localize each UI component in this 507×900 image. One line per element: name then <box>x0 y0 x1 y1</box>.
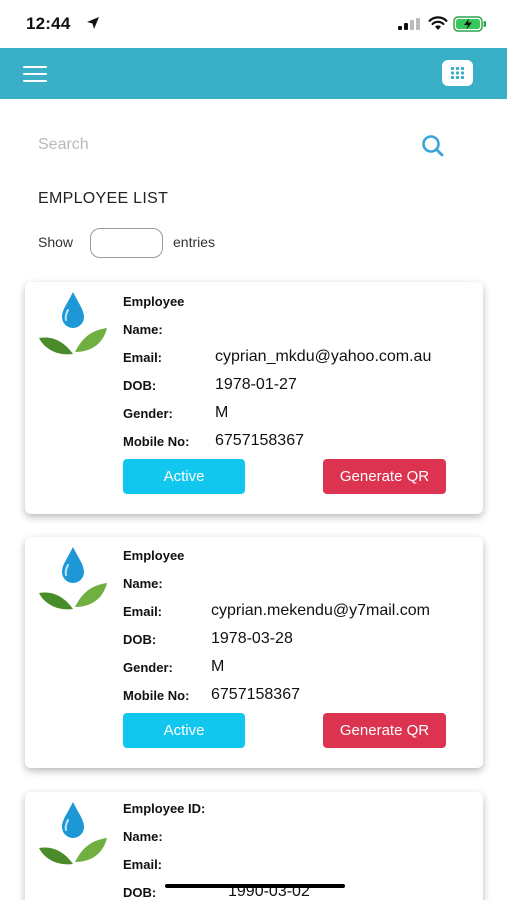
entries-input[interactable] <box>90 228 163 258</box>
dob-label: DOB: <box>123 378 157 393</box>
gender-label: Gender: <box>123 660 173 675</box>
wifi-icon <box>428 16 448 30</box>
card-header-label: Employee <box>123 294 185 309</box>
cellular-signal-icon <box>398 18 420 30</box>
employee-card: Employee Name: Email: cyprian_mkdu@yahoo… <box>25 282 483 514</box>
search-icon[interactable] <box>420 133 446 159</box>
show-label: Show <box>38 234 74 250</box>
search-input[interactable] <box>38 132 398 158</box>
dob-label: DOB: <box>123 632 157 647</box>
gender-value: M <box>215 404 229 421</box>
hamburger-menu-icon[interactable] <box>23 66 47 82</box>
email-label: Email: <box>123 350 163 365</box>
mobile-value: 6757158367 <box>211 686 300 703</box>
name-label: Name: <box>123 576 163 591</box>
water-leaf-logo-icon <box>39 547 107 610</box>
active-button[interactable]: Active <box>123 713 245 748</box>
battery-charging-icon <box>453 16 486 32</box>
email-label: Email: <box>123 604 163 619</box>
entries-label: entries <box>173 234 216 250</box>
search-bar <box>38 128 458 162</box>
mobile-value: 6757158367 <box>215 432 304 449</box>
app-header <box>0 48 507 99</box>
redaction-line <box>165 884 345 888</box>
name-label: Name: <box>123 322 163 337</box>
email-label: Email: <box>123 857 163 872</box>
page-title: EMPLOYEE LIST <box>38 190 169 207</box>
email-value: cyprian_mkdu@yahoo.com.au <box>215 348 432 365</box>
name-label: Name: <box>123 829 163 844</box>
generate-qr-button[interactable]: Generate QR <box>323 713 446 748</box>
status-time: 12:44 <box>26 14 71 33</box>
card-header-label: Employee ID: <box>123 801 206 816</box>
gender-label: Gender: <box>123 406 173 421</box>
mobile-label: Mobile No: <box>123 434 190 449</box>
card-header-label: Employee <box>123 548 185 563</box>
employee-card: Employee ID: Name: Email: DOB: 1990-03-0… <box>25 792 483 900</box>
dob-label: DOB: <box>123 885 157 900</box>
water-leaf-logo-icon <box>39 802 107 865</box>
dob-value: 1978-03-28 <box>211 630 293 647</box>
location-arrow-icon <box>87 17 99 29</box>
status-bar: 12:44 <box>0 0 507 48</box>
grid-view-button[interactable] <box>442 60 473 86</box>
active-button[interactable]: Active <box>123 459 245 494</box>
mobile-label: Mobile No: <box>123 688 190 703</box>
email-value: cyprian.mekendu@y7mail.com <box>211 602 430 619</box>
gender-value: M <box>211 658 225 675</box>
water-leaf-logo-icon <box>39 292 107 355</box>
dob-value: 1978-01-27 <box>215 376 297 393</box>
grid-icon <box>451 67 464 79</box>
employee-card: Employee Name: Email: cyprian.mekendu@y7… <box>25 537 483 768</box>
generate-qr-button[interactable]: Generate QR <box>323 459 446 494</box>
